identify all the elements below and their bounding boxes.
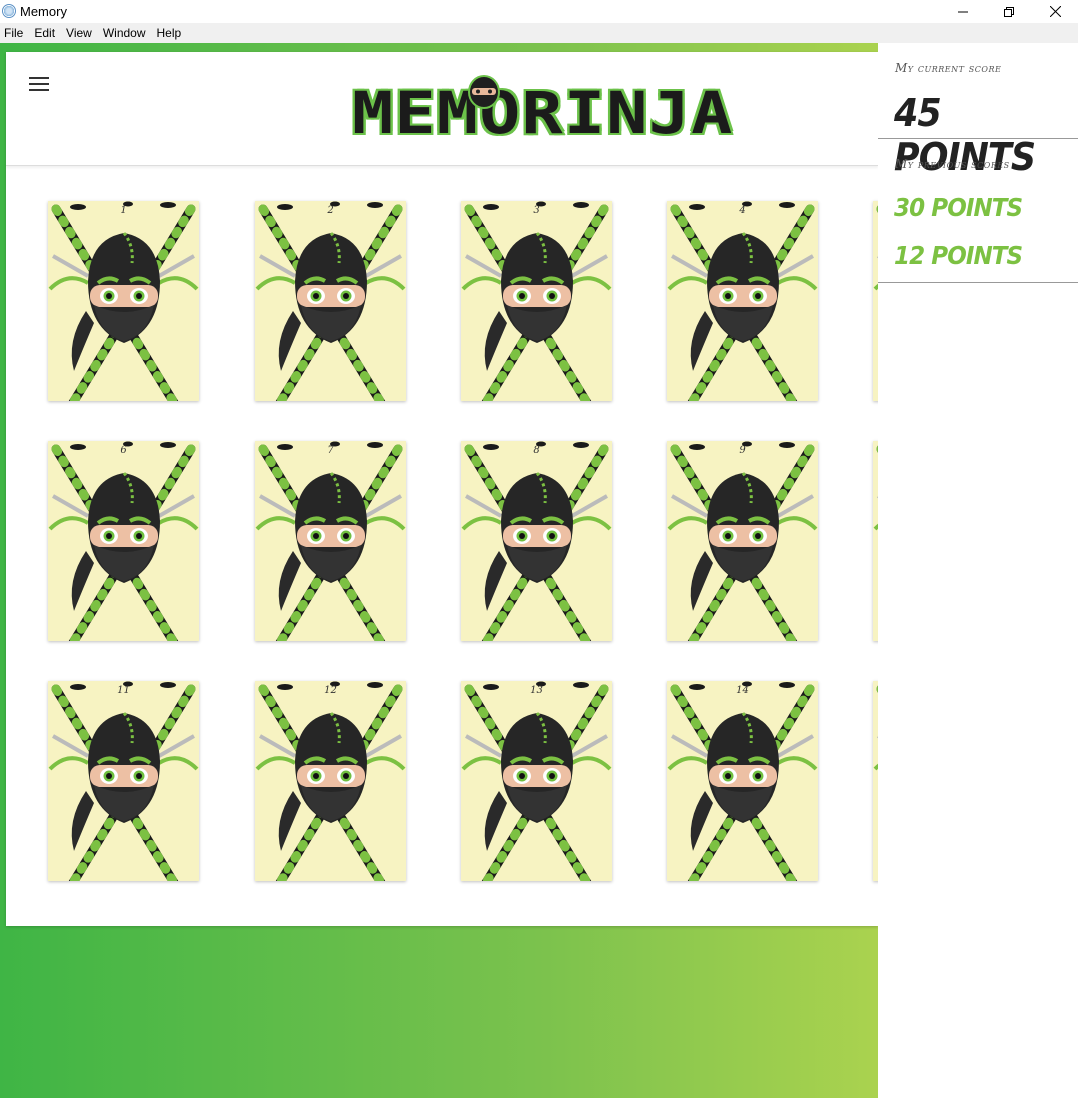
logo-text: MEMORINJA (350, 78, 734, 149)
card-number: 13 (530, 685, 543, 696)
memory-card[interactable]: 13 (461, 681, 612, 881)
minimize-icon (958, 11, 968, 12)
card-number: 3 (533, 205, 540, 216)
current-score-label: My current score (895, 61, 1002, 75)
ninja-card-icon (461, 681, 612, 881)
close-icon (1049, 6, 1061, 17)
ninja-card-icon (255, 681, 406, 881)
previous-score: 30 POINTS (894, 193, 1023, 222)
card-number: 1 (120, 205, 127, 216)
menu-file[interactable]: File (4, 26, 23, 40)
card-number: 11 (117, 685, 130, 696)
ninja-card-icon (255, 201, 406, 401)
memory-card[interactable]: 9 (667, 441, 818, 641)
memory-card[interactable]: 11 (48, 681, 199, 881)
ninja-card-icon (461, 201, 612, 401)
card-number: 9 (739, 445, 746, 456)
hamburger-menu-icon[interactable] (29, 77, 49, 91)
memory-card[interactable]: 3 (461, 201, 612, 401)
ninja-head-icon (468, 75, 500, 109)
restore-button[interactable] (986, 0, 1032, 23)
memory-card[interactable]: 14 (667, 681, 818, 881)
card-number: 4 (739, 205, 746, 216)
ninja-card-icon (461, 441, 612, 641)
card-number: 8 (533, 445, 540, 456)
ninja-card-icon (48, 681, 199, 881)
menu-bar: File Edit View Window Help (0, 23, 1078, 43)
card-number: 6 (120, 445, 127, 456)
minimize-button[interactable] (940, 0, 986, 23)
ninja-card-icon (667, 441, 818, 641)
memory-card[interactable]: 7 (255, 441, 406, 641)
title-bar: Memory (0, 0, 1078, 23)
memory-card[interactable]: 8 (461, 441, 612, 641)
ninja-card-icon (48, 201, 199, 401)
card-number: 2 (327, 205, 334, 216)
menu-window[interactable]: Window (103, 26, 146, 40)
score-sidebar: My current score 45 POINTS My previous s… (878, 43, 1078, 1098)
card-number: 14 (736, 685, 749, 696)
restore-icon (1004, 6, 1014, 17)
ninja-card-icon (667, 201, 818, 401)
previous-scores-label: My previous scores (895, 157, 1010, 171)
window-title: Memory (20, 4, 67, 19)
memory-card[interactable]: 6 (48, 441, 199, 641)
memory-card[interactable]: 4 (667, 201, 818, 401)
ninja-card-icon (667, 681, 818, 881)
memory-card[interactable]: 1 (48, 201, 199, 401)
close-button[interactable] (1032, 0, 1078, 23)
menu-help[interactable]: Help (157, 26, 182, 40)
memory-card[interactable]: 2 (255, 201, 406, 401)
app-header: MEMORINJA (6, 52, 878, 166)
menu-view[interactable]: View (66, 26, 92, 40)
ninja-card-icon (48, 441, 199, 641)
memory-card[interactable]: 12 (255, 681, 406, 881)
score-divider (878, 138, 1078, 139)
previous-score: 12 POINTS (894, 241, 1023, 270)
memorinja-logo: MEMORINJA (350, 75, 748, 149)
score-divider (878, 282, 1078, 283)
card-number: 7 (327, 445, 334, 456)
card-number: 12 (324, 685, 337, 696)
app-icon (2, 4, 16, 18)
game-board: MEMORINJA 1 2 3 4 6 7 8 9 11 12 13 14 (6, 52, 878, 926)
menu-edit[interactable]: Edit (34, 26, 55, 40)
ninja-card-icon (255, 441, 406, 641)
